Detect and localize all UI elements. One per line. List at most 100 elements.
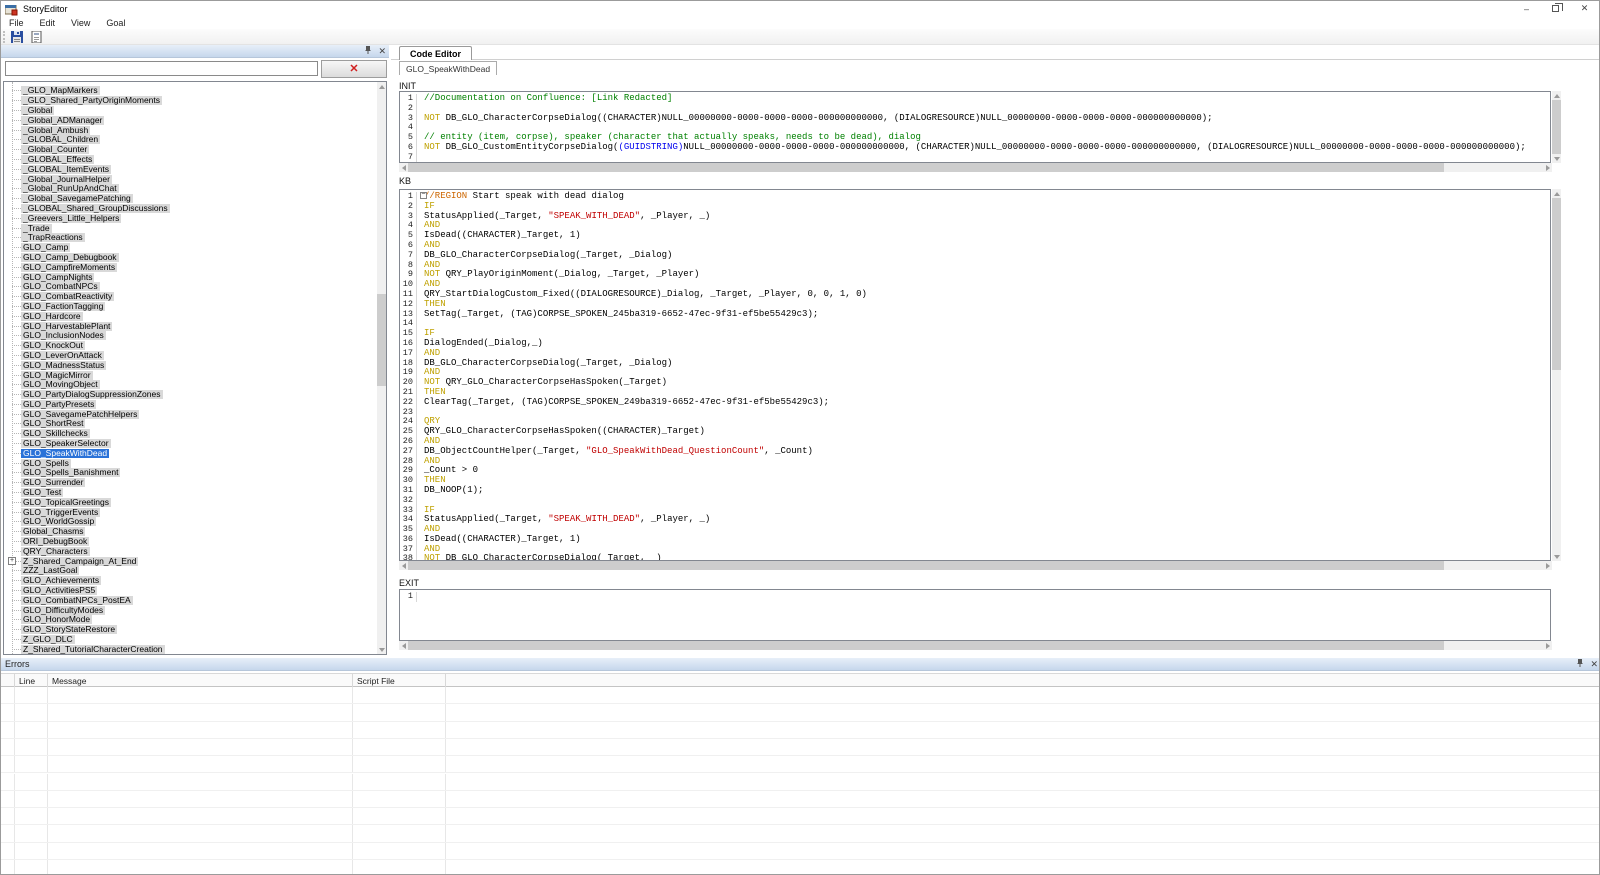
- exit-horizontal-scrollbar[interactable]: [399, 641, 1552, 650]
- goal-tree-item-label: Z_Shared_Campaign_At_End: [21, 557, 138, 566]
- tree-branch-line: [12, 472, 21, 473]
- kb-vertical-scrollbar[interactable]: [1552, 189, 1561, 561]
- errors-cell: [1, 722, 15, 738]
- scrollbar-thumb[interactable]: [408, 163, 1444, 172]
- init-vertical-scrollbar[interactable]: [1552, 91, 1561, 163]
- goal-tree-item[interactable]: _GLOBAL_Effects: [4, 155, 377, 165]
- errors-cell: [353, 756, 446, 772]
- generate-definitions-button[interactable]: [28, 30, 44, 44]
- code-area-kb[interactable]: 1//REGION Start speak with dead dialog2I…: [399, 189, 1551, 561]
- expand-icon[interactable]: +: [8, 557, 16, 565]
- goal-tree-item[interactable]: GLO_Camp_Debugbook: [4, 253, 377, 263]
- scroll-up-icon[interactable]: [1552, 189, 1561, 198]
- tab-code-editor[interactable]: Code Editor: [399, 46, 472, 60]
- menu-item-goal[interactable]: Goal: [98, 18, 133, 28]
- goal-tree-item[interactable]: Z_GLO_DLC: [4, 635, 377, 645]
- scrollbar-thumb[interactable]: [408, 641, 1444, 650]
- goal-tree-item[interactable]: GLO_ActivitiesPS5: [4, 586, 377, 596]
- tab-document[interactable]: GLO_SpeakWithDead: [399, 61, 497, 75]
- minimize-button[interactable]: –: [1512, 1, 1541, 16]
- errors-column-header-message[interactable]: Message: [48, 674, 353, 688]
- close-panel-icon[interactable]: ✕: [1590, 658, 1598, 671]
- restore-button[interactable]: [1541, 1, 1570, 16]
- goal-tree-item-label: Z_Shared_TutorialCharacterCreation: [21, 645, 165, 654]
- goal-tree-item[interactable]: GLO_CampfireMoments: [4, 262, 377, 272]
- goal-tree-item[interactable]: _GLOBAL_ItemEvents: [4, 164, 377, 174]
- errors-cell: [15, 774, 48, 790]
- goal-tree-item[interactable]: GLO_TopicalGreetings: [4, 497, 377, 507]
- errors-cell: [15, 808, 48, 824]
- tree-branch-line: [12, 433, 21, 434]
- tree-vertical-scrollbar[interactable]: [377, 82, 386, 654]
- goal-tree-item[interactable]: GLO_Hardcore: [4, 311, 377, 321]
- code-line: 5IsDead((CHARACTER)_Target, 1): [400, 231, 1550, 241]
- tree-scrollbar-thumb[interactable]: [377, 294, 386, 386]
- scroll-down-icon[interactable]: [377, 645, 386, 654]
- kb-horizontal-scrollbar[interactable]: [399, 561, 1552, 570]
- scroll-up-icon[interactable]: [1552, 91, 1561, 100]
- scroll-up-icon[interactable]: [377, 82, 386, 91]
- goal-tree-item[interactable]: ORI_DebugBook: [4, 537, 377, 547]
- goal-tree-item[interactable]: _GLOBAL_Shared_GroupDiscussions: [4, 204, 377, 214]
- goal-tree-item[interactable]: GLO_LeverOnAttack: [4, 351, 377, 361]
- goal-search-input[interactable]: [5, 61, 318, 76]
- scrollbar-thumb[interactable]: [1552, 100, 1561, 154]
- errors-column-header-script-file[interactable]: Script File: [353, 674, 446, 688]
- goal-tree-item[interactable]: _Global: [4, 106, 377, 116]
- scroll-left-icon[interactable]: [399, 561, 408, 570]
- goal-tree-item-label: _Global: [21, 106, 54, 115]
- goal-tree-item[interactable]: GLO_PartyPresets: [4, 400, 377, 410]
- goal-tree-item-label: GLO_SpeakWithDead: [21, 449, 109, 458]
- goal-tree-item[interactable]: GLO_MadnessStatus: [4, 360, 377, 370]
- scroll-right-icon[interactable]: [1543, 163, 1552, 172]
- goal-tree-item[interactable]: Z_Shared_TutorialCharacterCreation: [4, 644, 377, 654]
- scroll-down-icon[interactable]: [1552, 154, 1561, 163]
- init-horizontal-scrollbar[interactable]: [399, 163, 1552, 172]
- save-button[interactable]: [9, 30, 25, 44]
- errors-panel-title: Errors: [5, 659, 30, 669]
- tree-branch-line: [12, 179, 21, 180]
- tree-branch-line: [12, 404, 21, 405]
- goal-tree-item-label: _Global_SavegamePatching: [21, 194, 133, 203]
- errors-column-header-line[interactable]: Line: [15, 674, 48, 688]
- goal-tree[interactable]: _GLO_MapMarkers_GLO_Shared_PartyOriginMo…: [3, 81, 387, 655]
- code-line: 11QRY_StartDialogCustom_Fixed((DIALOGRES…: [400, 290, 1550, 300]
- tree-branch-line: [12, 237, 21, 238]
- pin-icon[interactable]: [364, 45, 372, 59]
- tree-branch-line: [12, 198, 21, 199]
- errors-empty-row: [1, 756, 1600, 773]
- goal-tree-item[interactable]: GLO_SpeakWithDead: [4, 448, 377, 458]
- errors-empty-row: [1, 722, 1600, 739]
- goal-tree-item[interactable]: GLO_FactionTagging: [4, 302, 377, 312]
- scroll-right-icon[interactable]: [1543, 561, 1552, 570]
- scroll-left-icon[interactable]: [399, 163, 408, 172]
- tree-branch-line: [12, 316, 21, 317]
- menu-item-file[interactable]: File: [1, 18, 32, 28]
- code-line: 27DB_ObjectCountHelper(_Target, "GLO_Spe…: [400, 447, 1550, 457]
- scrollbar-thumb[interactable]: [408, 561, 1444, 570]
- scroll-left-icon[interactable]: [399, 641, 408, 650]
- menu-item-view[interactable]: View: [63, 18, 98, 28]
- pin-icon[interactable]: [1576, 658, 1584, 672]
- goal-tree-item[interactable]: _Global_ADManager: [4, 115, 377, 125]
- code-area-exit[interactable]: 1: [399, 589, 1551, 641]
- close-button[interactable]: ✕: [1570, 1, 1599, 16]
- code-area-init[interactable]: 1//Documentation on Confluence: [Link Re…: [399, 91, 1551, 163]
- collapse-region-icon[interactable]: −: [420, 192, 427, 199]
- tree-branch-line: [12, 326, 21, 327]
- errors-cell: [353, 808, 446, 824]
- scrollbar-thumb[interactable]: [1552, 198, 1561, 370]
- menu-item-edit[interactable]: Edit: [32, 18, 64, 28]
- goal-tree-item[interactable]: GLO_CombatNPCs_PostEA: [4, 595, 377, 605]
- close-panel-icon[interactable]: ✕: [378, 45, 386, 58]
- scroll-down-icon[interactable]: [1552, 552, 1561, 561]
- scroll-right-icon[interactable]: [1543, 641, 1552, 650]
- code-line: 3StatusApplied(_Target, "SPEAK_WITH_DEAD…: [400, 212, 1550, 222]
- clear-search-button[interactable]: ✕: [321, 60, 387, 78]
- goal-tree-item[interactable]: GLO_SpeakerSelector: [4, 439, 377, 449]
- goal-tree-item[interactable]: QRY_Characters: [4, 546, 377, 556]
- goal-tree-item[interactable]: _Greevers_Little_Helpers: [4, 213, 377, 223]
- tree-branch-line: [12, 277, 21, 278]
- goal-tree-item[interactable]: GLO_Test: [4, 488, 377, 498]
- goal-tree-item[interactable]: _GLO_Shared_PartyOriginMoments: [4, 96, 377, 106]
